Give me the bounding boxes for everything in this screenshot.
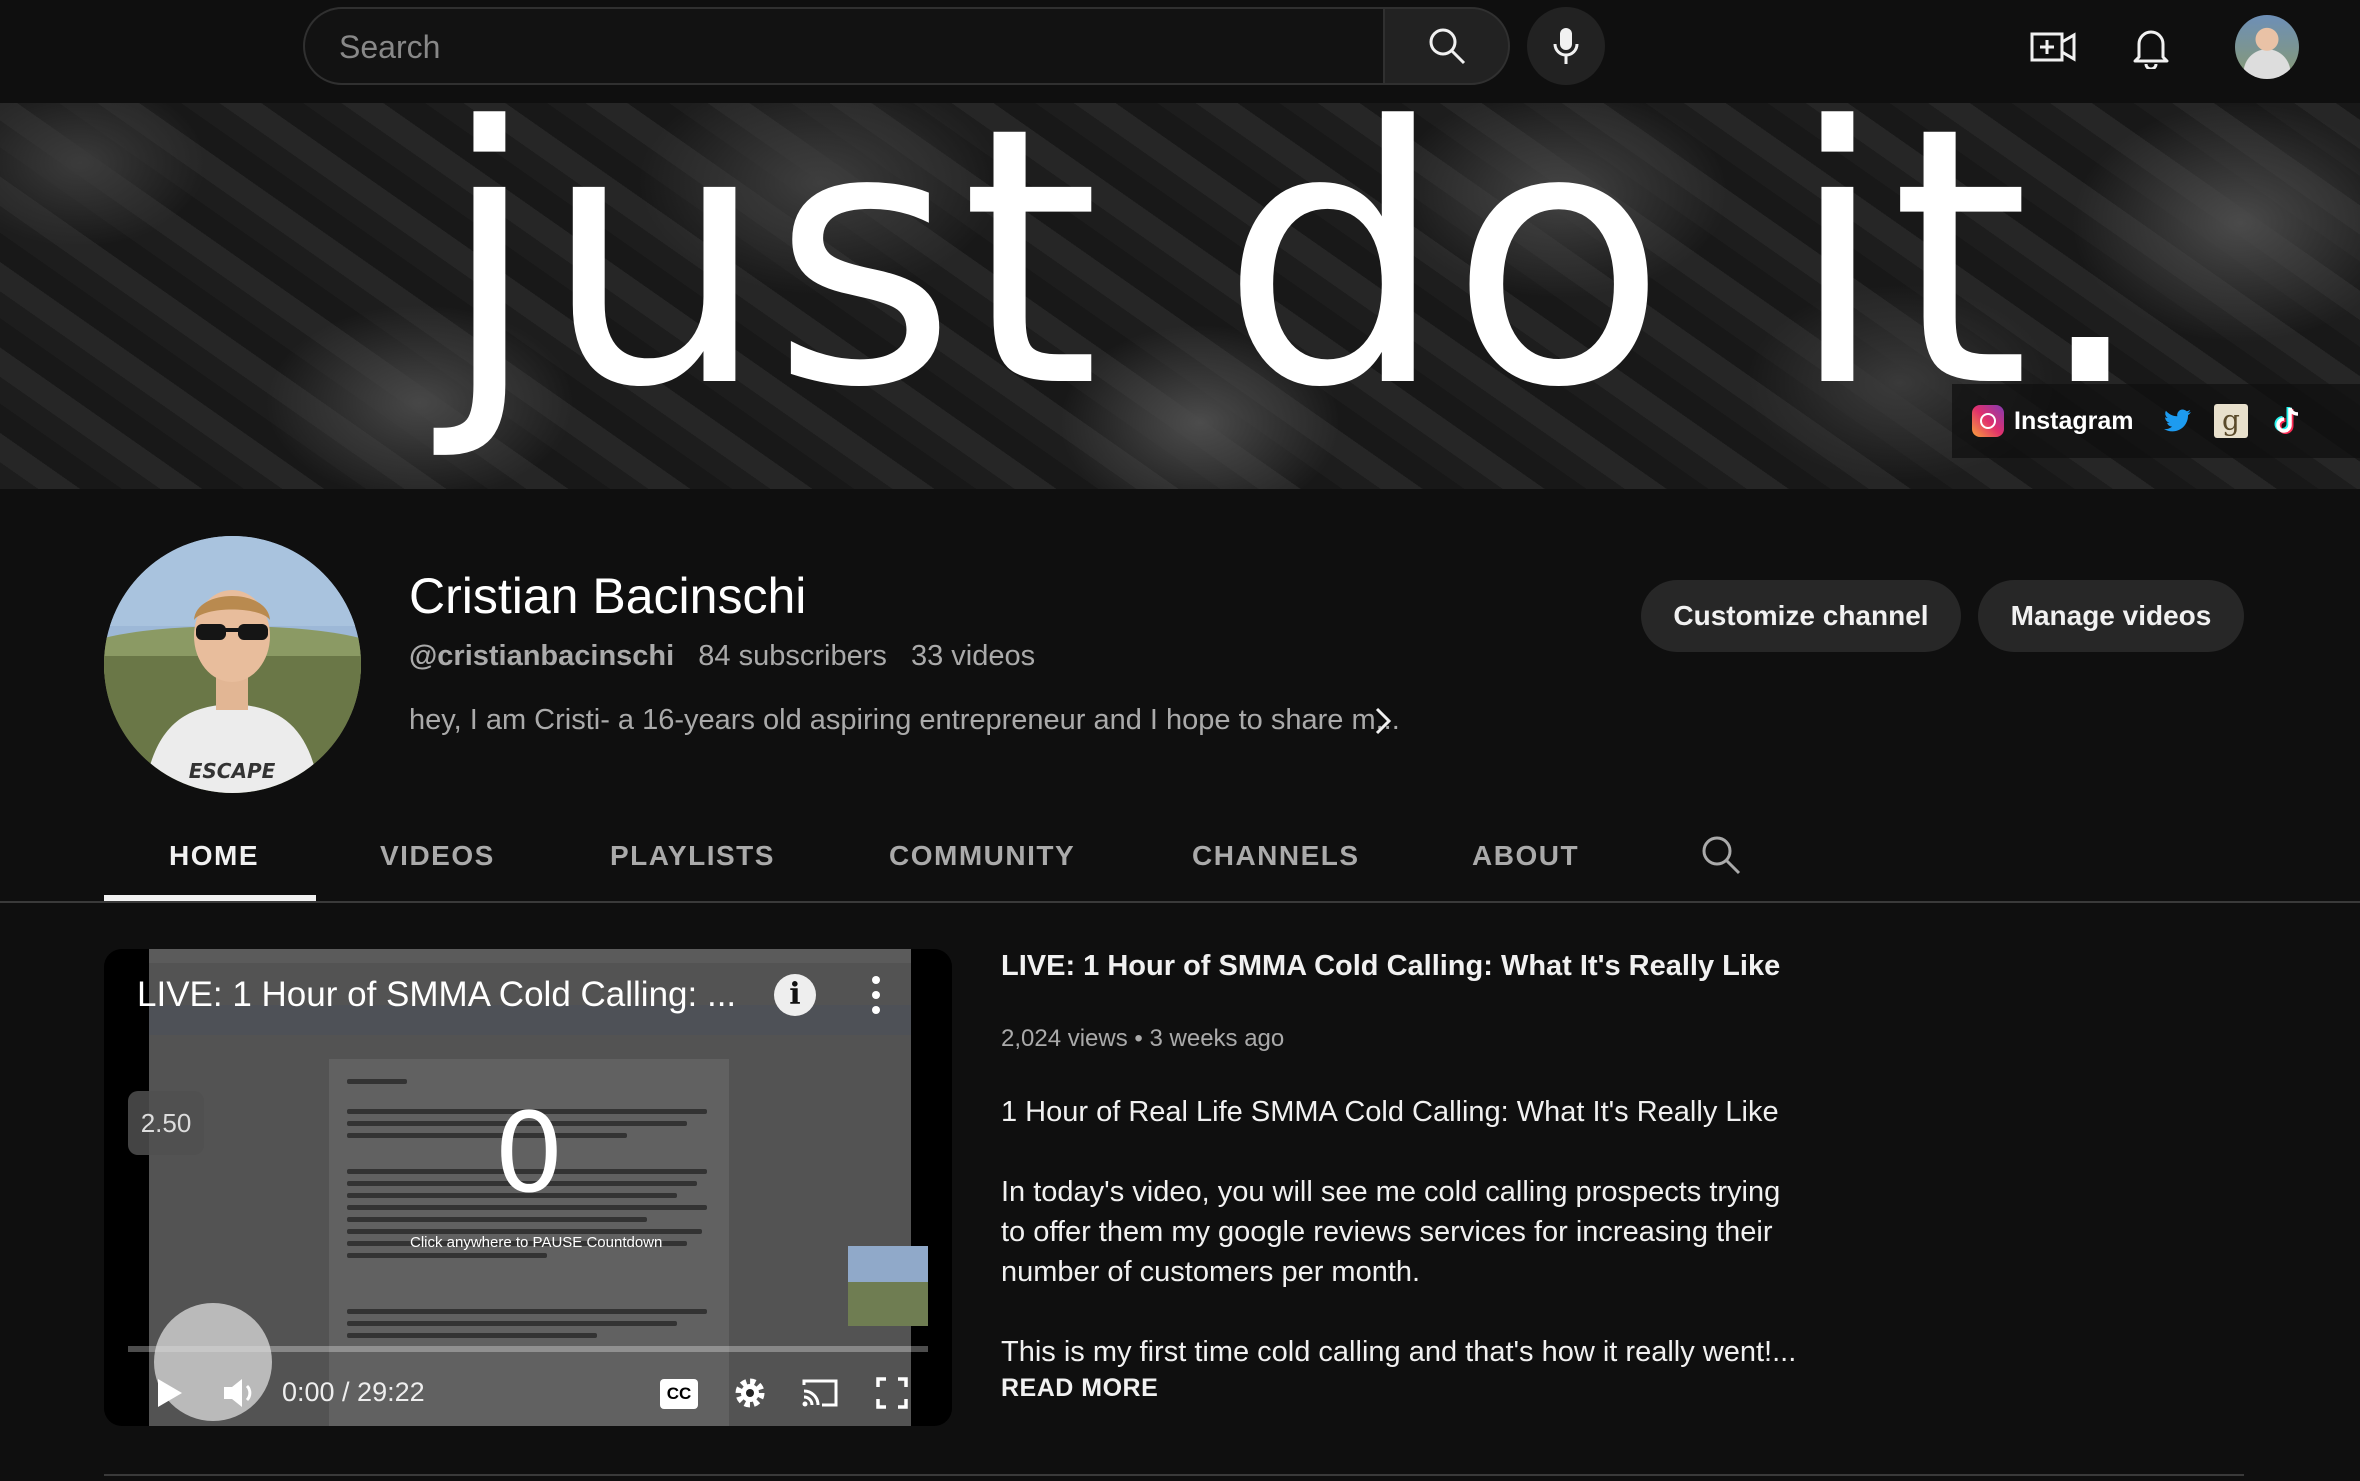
featured-video-player[interactable]: LIVE: 1 Hour of SMMA Cold Calling: ... i… (104, 949, 952, 1426)
tabs-divider (0, 901, 2360, 903)
notifications-button[interactable] (2118, 12, 2184, 82)
rate-badge: 2.50 (128, 1091, 204, 1155)
countdown-hint[interactable]: Click anywhere to PAUSE Countdown (410, 1234, 662, 1251)
tab-channels[interactable]: CHANNELS (1192, 840, 1360, 872)
settings-gear-icon[interactable] (730, 1373, 770, 1413)
volume-icon[interactable] (220, 1373, 260, 1413)
create-video-icon (2030, 32, 2076, 62)
chevron-right-icon[interactable] (1368, 703, 1398, 739)
tab-home[interactable]: HOME (169, 840, 259, 872)
instagram-link[interactable]: Instagram (1972, 398, 2133, 444)
search-box[interactable] (303, 7, 1383, 85)
channel-meta: @cristianbacinschi 84 subscribers 33 vid… (409, 640, 1051, 673)
upload-age: 3 weeks ago (1149, 1025, 1285, 1052)
avatar-shirt-text: ESCAPE (189, 759, 276, 783)
twitter-icon[interactable] (2160, 404, 2194, 438)
tab-community[interactable]: COMMUNITY (889, 840, 1075, 872)
play-icon[interactable] (148, 1373, 188, 1413)
goodreads-icon[interactable]: g (2214, 404, 2248, 438)
subscriber-count: 84 subscribers (698, 640, 887, 672)
notifications-bell-icon (2133, 30, 2169, 69)
video-meta: 2,024 views • 3 weeks ago (1001, 1025, 1284, 1053)
instagram-link-label: Instagram (2014, 406, 2134, 435)
channel-links: Instagram g (1952, 384, 2360, 458)
instagram-icon (1972, 405, 2004, 437)
video-description: 1 Hour of Real Life SMMA Cold Calling: W… (1001, 1092, 1801, 1412)
search-icon (1429, 28, 1465, 65)
more-vert-icon[interactable] (869, 973, 883, 1017)
customize-channel-button[interactable]: Customize channel (1641, 580, 1961, 652)
tab-playlists[interactable]: PLAYLISTS (610, 840, 775, 872)
banner-text: just do it. (440, 103, 2151, 465)
description-line: 1 Hour of Real Life SMMA Cold Calling: W… (1001, 1096, 1779, 1128)
read-more-button[interactable]: READ MORE (1001, 1374, 1158, 1403)
fullscreen-icon[interactable] (872, 1373, 912, 1413)
description-paragraph: This is my first time cold calling and t… (1001, 1336, 1797, 1368)
info-icon[interactable]: i (774, 974, 816, 1016)
countdown-number: 0 (494, 1089, 564, 1217)
tab-videos[interactable]: VIDEOS (380, 840, 495, 872)
manage-videos-button[interactable]: Manage videos (1978, 580, 2244, 652)
captions-icon[interactable]: CC (660, 1379, 698, 1409)
channel-avatar[interactable]: ESCAPE (104, 536, 361, 793)
channel-banner: just do it. Instagram g (0, 103, 2360, 489)
description-paragraph: In today's video, you will see me cold c… (1001, 1176, 1781, 1288)
channel-handle: @cristianbacinschi (409, 640, 675, 672)
search-input[interactable] (337, 9, 1341, 85)
tiktok-icon[interactable] (2270, 404, 2304, 438)
channel-name: Cristian Bacinschi (409, 568, 807, 624)
channel-description[interactable]: hey, I am Cristi- a 16-years old aspirin… (409, 704, 1400, 737)
webcam-thumbnail (848, 1246, 928, 1326)
channel-avatar-image: ESCAPE (104, 536, 361, 793)
account-avatar[interactable] (2235, 15, 2299, 79)
masthead (0, 0, 2360, 103)
search-button[interactable] (1383, 7, 1510, 85)
video-count: 33 videos (910, 640, 1036, 672)
microphone-icon (1553, 28, 1579, 64)
meta-separator: • (1134, 1025, 1143, 1052)
channel-search-icon[interactable] (1700, 834, 1742, 876)
tab-about[interactable]: ABOUT (1472, 840, 1579, 872)
view-count: 2,024 views (1001, 1025, 1128, 1052)
player-title[interactable]: LIVE: 1 Hour of SMMA Cold Calling: ... (137, 975, 736, 1015)
section-divider (104, 1474, 2244, 1476)
video-title[interactable]: LIVE: 1 Hour of SMMA Cold Calling: What … (1001, 950, 1780, 983)
time-display: 0:00 / 29:22 (282, 1377, 425, 1407)
cast-icon[interactable] (800, 1373, 840, 1413)
create-button[interactable] (2020, 12, 2086, 82)
voice-search-button[interactable] (1527, 7, 1605, 85)
